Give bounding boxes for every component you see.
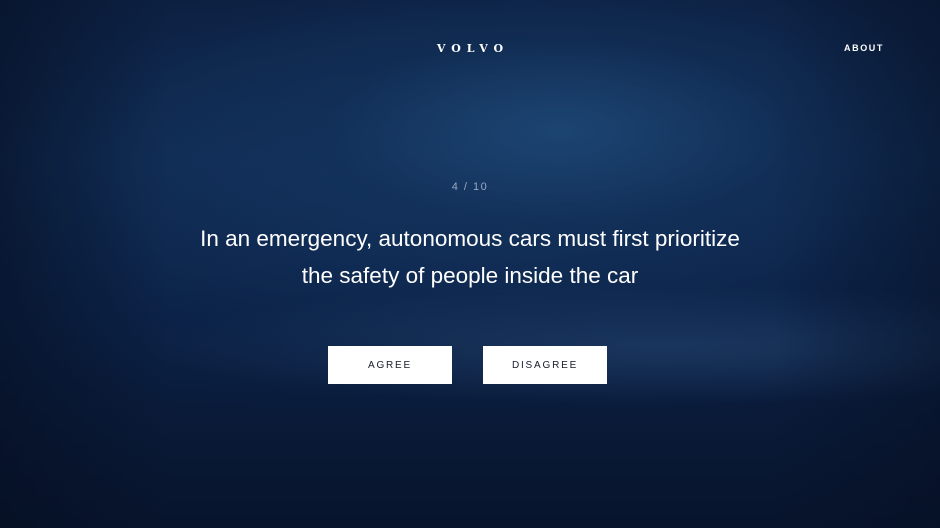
about-link[interactable]: ABOUT (844, 43, 884, 53)
disagree-button[interactable]: DISAGREE (483, 346, 607, 384)
volvo-logo[interactable]: VOLVO (0, 42, 940, 55)
question-line-1: In an emergency, autonomous cars must fi… (200, 226, 740, 251)
question-line-2: the safety of people inside the car (301, 263, 639, 288)
question-counter: 4 / 10 (451, 181, 489, 193)
question-text: In an emergency, autonomous cars must fi… (160, 220, 780, 294)
disagree-button-label: DISAGREE (511, 359, 579, 371)
agree-button-label: AGREE (367, 359, 412, 371)
agree-button[interactable]: AGREE (328, 346, 452, 384)
